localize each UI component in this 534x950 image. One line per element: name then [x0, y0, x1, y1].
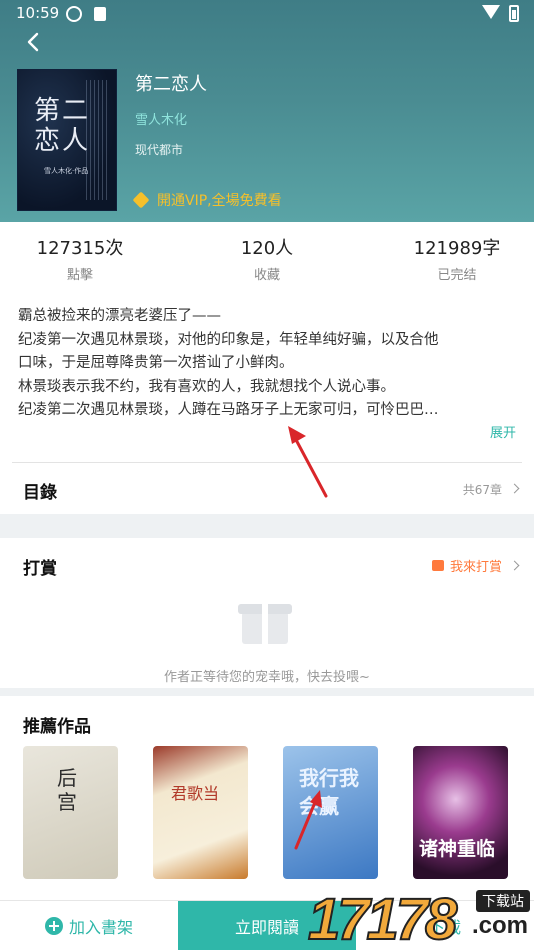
recommended-book-cover[interactable]: 诸神重临: [413, 746, 508, 879]
cover-text: 诸神重临: [419, 838, 496, 860]
reward-title: 打賞: [23, 559, 57, 579]
empty-gift-icon: [236, 596, 294, 644]
reward-action-label: 我來打賞: [449, 560, 502, 575]
toc-title: 目錄: [23, 483, 57, 503]
book-header: 10:59 第二恋人 雪人木化·作品 第二恋人 雪人木化 现代都市 開通VIP,…: [0, 0, 534, 222]
back-arrow-icon[interactable]: [24, 32, 44, 52]
stat-label: 點擊: [66, 268, 93, 283]
stat-clicks: 127315次 點擊: [0, 234, 160, 283]
site-watermark: 17178 下载站 .com: [307, 882, 534, 950]
annotation-arrow: [288, 426, 328, 498]
chevron-right-icon: [509, 483, 520, 494]
annotation-arrow: [294, 790, 322, 850]
cover-title: 第二恋人: [34, 96, 91, 156]
reward-action-button[interactable]: 我來打賞: [431, 556, 502, 575]
expand-description-button[interactable]: 展开: [490, 422, 516, 441]
reward-section: 打賞 我來打賞 作者正等待您的宠幸哦，快去投喂~: [0, 538, 534, 688]
section-separator: [0, 514, 534, 538]
watermark-domain: .com: [471, 912, 528, 939]
cover-subtitle: 雪人木化·作品: [44, 167, 89, 175]
diamond-icon: [132, 191, 150, 209]
description-line: 林景琰表示我不约，我有喜欢的人，我就想找个人说心事。: [18, 378, 395, 395]
cover-text: 后宫: [57, 766, 77, 814]
status-time: 10:59: [16, 4, 60, 22]
wifi-icon: [482, 5, 500, 19]
stat-value: 127315次: [36, 238, 124, 259]
recommended-title: 推薦作品: [23, 717, 91, 737]
book-description: 霸总被捡来的漂亮老婆压了—— 纪凌第一次遇见林景琰，对他的印象是，年轻单纯好骗，…: [18, 305, 518, 423]
book-author[interactable]: 雪人木化: [135, 109, 187, 128]
add-to-shelf-button[interactable]: 加入書架: [0, 901, 178, 950]
add-to-shelf-label: 加入書架: [68, 918, 133, 937]
plus-circle-icon: [44, 917, 63, 935]
status-bar: 10:59: [0, 0, 534, 28]
stat-value: 120人: [240, 238, 294, 259]
book-genre: 现代都市: [135, 143, 184, 157]
stat-words: 121989字 已完结: [377, 234, 534, 283]
recommended-book-cover[interactable]: 君歌当: [153, 746, 248, 879]
description-line: 霸总被捡来的漂亮老婆压了——: [18, 308, 221, 324]
watermark-tag: 下载站: [476, 890, 530, 912]
description-line: 口味，于是屈尊降贵第一次搭讪了小鲜肉。: [18, 355, 294, 371]
chevron-right-icon: [509, 560, 520, 571]
vip-promo-text: 開通VIP,全場免費看: [157, 193, 282, 209]
stat-label: 已完结: [437, 268, 477, 283]
description-line: 纪凌第二次遇见林景琰，人蹲在马路牙子上无家可归，可怜巴巴…: [18, 402, 439, 418]
book-cover: 第二恋人 雪人木化·作品: [17, 69, 117, 211]
watermark-digits: 17178: [307, 886, 458, 950]
chapter-count: 共67章: [462, 483, 502, 497]
section-separator: [0, 688, 534, 696]
reward-empty-text: 作者正等待您的宠幸哦，快去投喂~: [164, 670, 370, 685]
table-of-contents-row[interactable]: 目錄 共67章: [0, 463, 534, 514]
recommended-section: 推薦作品 后宫 君歌当 我行我会赢 诸神重临: [0, 696, 534, 900]
recommended-book-cover[interactable]: 后宫: [23, 746, 118, 879]
cover-text: 君歌当: [171, 784, 220, 803]
vip-promo-link[interactable]: 開通VIP,全場免費看: [132, 190, 282, 210]
book-title: 第二恋人: [135, 74, 207, 95]
stat-value: 121989字: [413, 238, 501, 259]
sync-icon: [66, 6, 82, 22]
book-stats: 127315次 點擊 120人 收藏 121989字 已完结: [0, 222, 534, 288]
notification-icon: [94, 7, 106, 21]
description-line: 纪凌第一次遇见林景琰，对他的印象是，年轻单纯好骗，以及合他: [18, 331, 439, 348]
gift-icon: [431, 560, 444, 571]
stat-label: 收藏: [253, 268, 280, 283]
stat-favorites: 120人 收藏: [187, 234, 347, 283]
battery-icon: [509, 5, 519, 22]
